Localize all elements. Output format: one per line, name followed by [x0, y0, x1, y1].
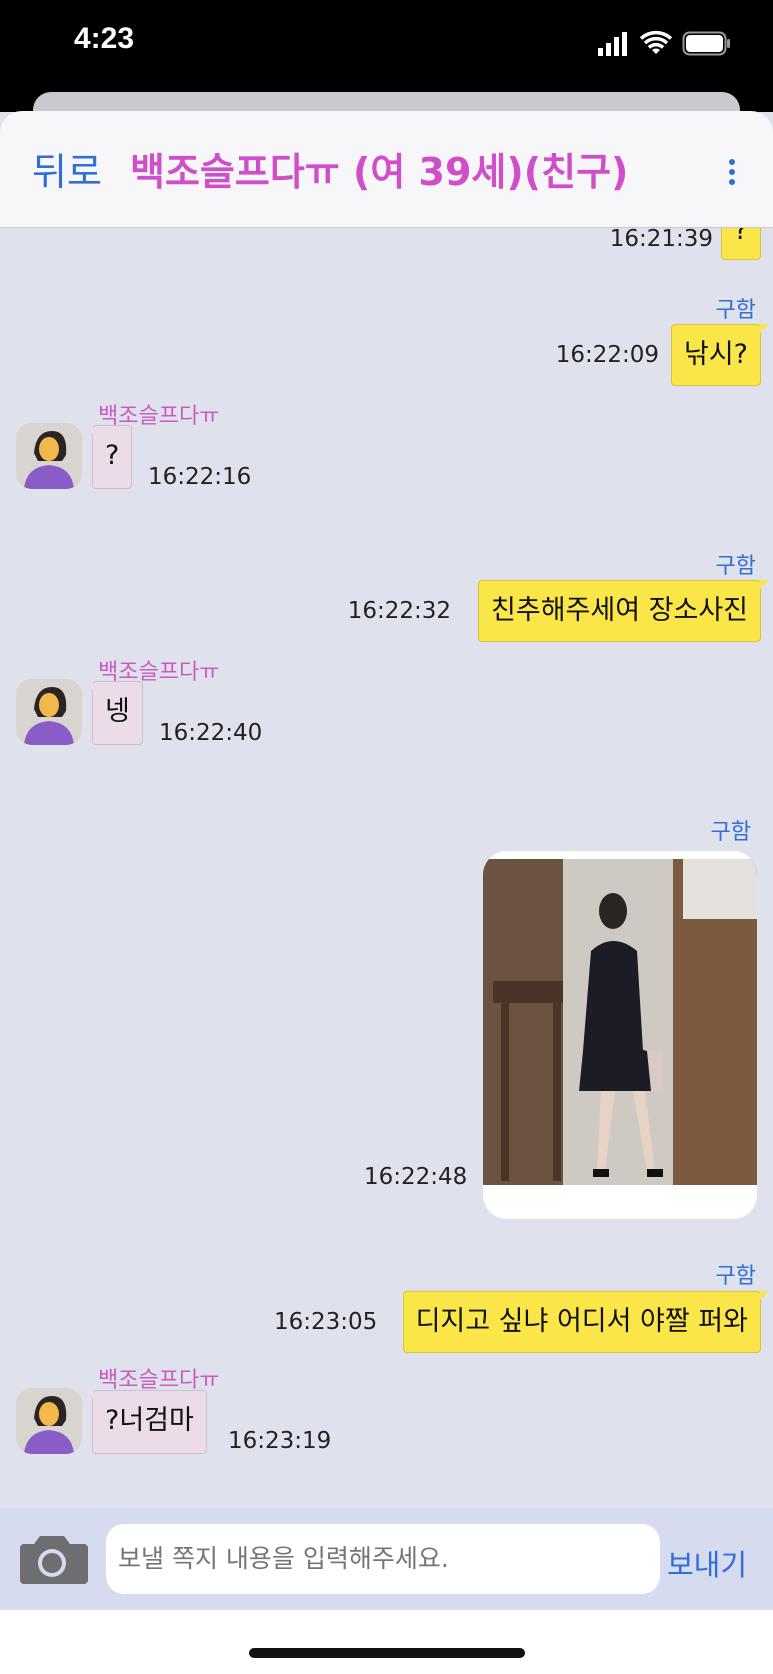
message-time: 16:22:48 — [364, 1164, 468, 1190]
message-time: 16:22:16 — [148, 464, 252, 490]
home-indicator — [249, 1648, 525, 1658]
photo-thumbnail — [483, 851, 757, 1219]
image-message[interactable] — [483, 851, 757, 1219]
battery-icon — [682, 31, 730, 56]
avatar-image — [16, 679, 82, 745]
message-bubble-out[interactable]: 디지고 싶냐 어디서 야짤 퍼와 — [402, 1291, 770, 1353]
message-list[interactable]: ? 16:21:39 구함 낚시? 16:22:09 백조슬프다ㅠ ? 16:2… — [0, 228, 773, 1508]
status-time: 4:23 — [74, 22, 135, 55]
send-button[interactable]: 보내기 — [667, 1542, 747, 1584]
message-bubble-in[interactable]: ?너검마 — [84, 1390, 207, 1454]
wifi-icon — [639, 30, 673, 54]
message-sender: 구함 — [715, 1264, 756, 1289]
signal-icon — [598, 32, 627, 56]
message-time: 16:21:39 — [609, 228, 713, 252]
message-time: 16:22:40 — [159, 720, 263, 746]
message-bubble-out[interactable]: 낚시? — [670, 324, 770, 386]
avatar[interactable] — [16, 423, 82, 489]
message-input[interactable] — [106, 1524, 660, 1594]
message-sender: 구함 — [715, 554, 756, 579]
message-time: 16:23:05 — [274, 1309, 378, 1335]
message-bubble-in[interactable]: 넹 — [84, 681, 143, 745]
vertical-ellipsis-icon[interactable] — [727, 159, 737, 189]
message-bubble-out[interactable]: 친추해주세여 장소사진 — [478, 580, 769, 642]
avatar-image — [16, 423, 82, 489]
message-bubble-out[interactable]: ? — [720, 228, 761, 260]
composer-bar: 보내기 — [0, 1508, 773, 1610]
message-time: 16:22:09 — [555, 342, 659, 368]
status-icons — [598, 30, 730, 56]
back-button[interactable]: 뒤로 — [32, 141, 102, 196]
chat-header: 뒤로 백조슬프다ㅠ (여 39세)(친구) — [0, 111, 773, 228]
avatar[interactable] — [16, 679, 82, 745]
message-sender: 구함 — [710, 820, 751, 845]
chat-title: 백조슬프다ㅠ (여 39세)(친구) — [130, 150, 629, 194]
message-time: 16:23:19 — [228, 1428, 332, 1454]
avatar-image — [16, 1388, 82, 1454]
camera-icon[interactable] — [16, 1530, 88, 1588]
message-time: 16:22:32 — [347, 598, 451, 624]
message-bubble-in[interactable]: ? — [83, 425, 133, 489]
message-sender: 구함 — [715, 298, 756, 323]
home-area — [0, 1610, 773, 1674]
avatar[interactable] — [16, 1388, 82, 1454]
